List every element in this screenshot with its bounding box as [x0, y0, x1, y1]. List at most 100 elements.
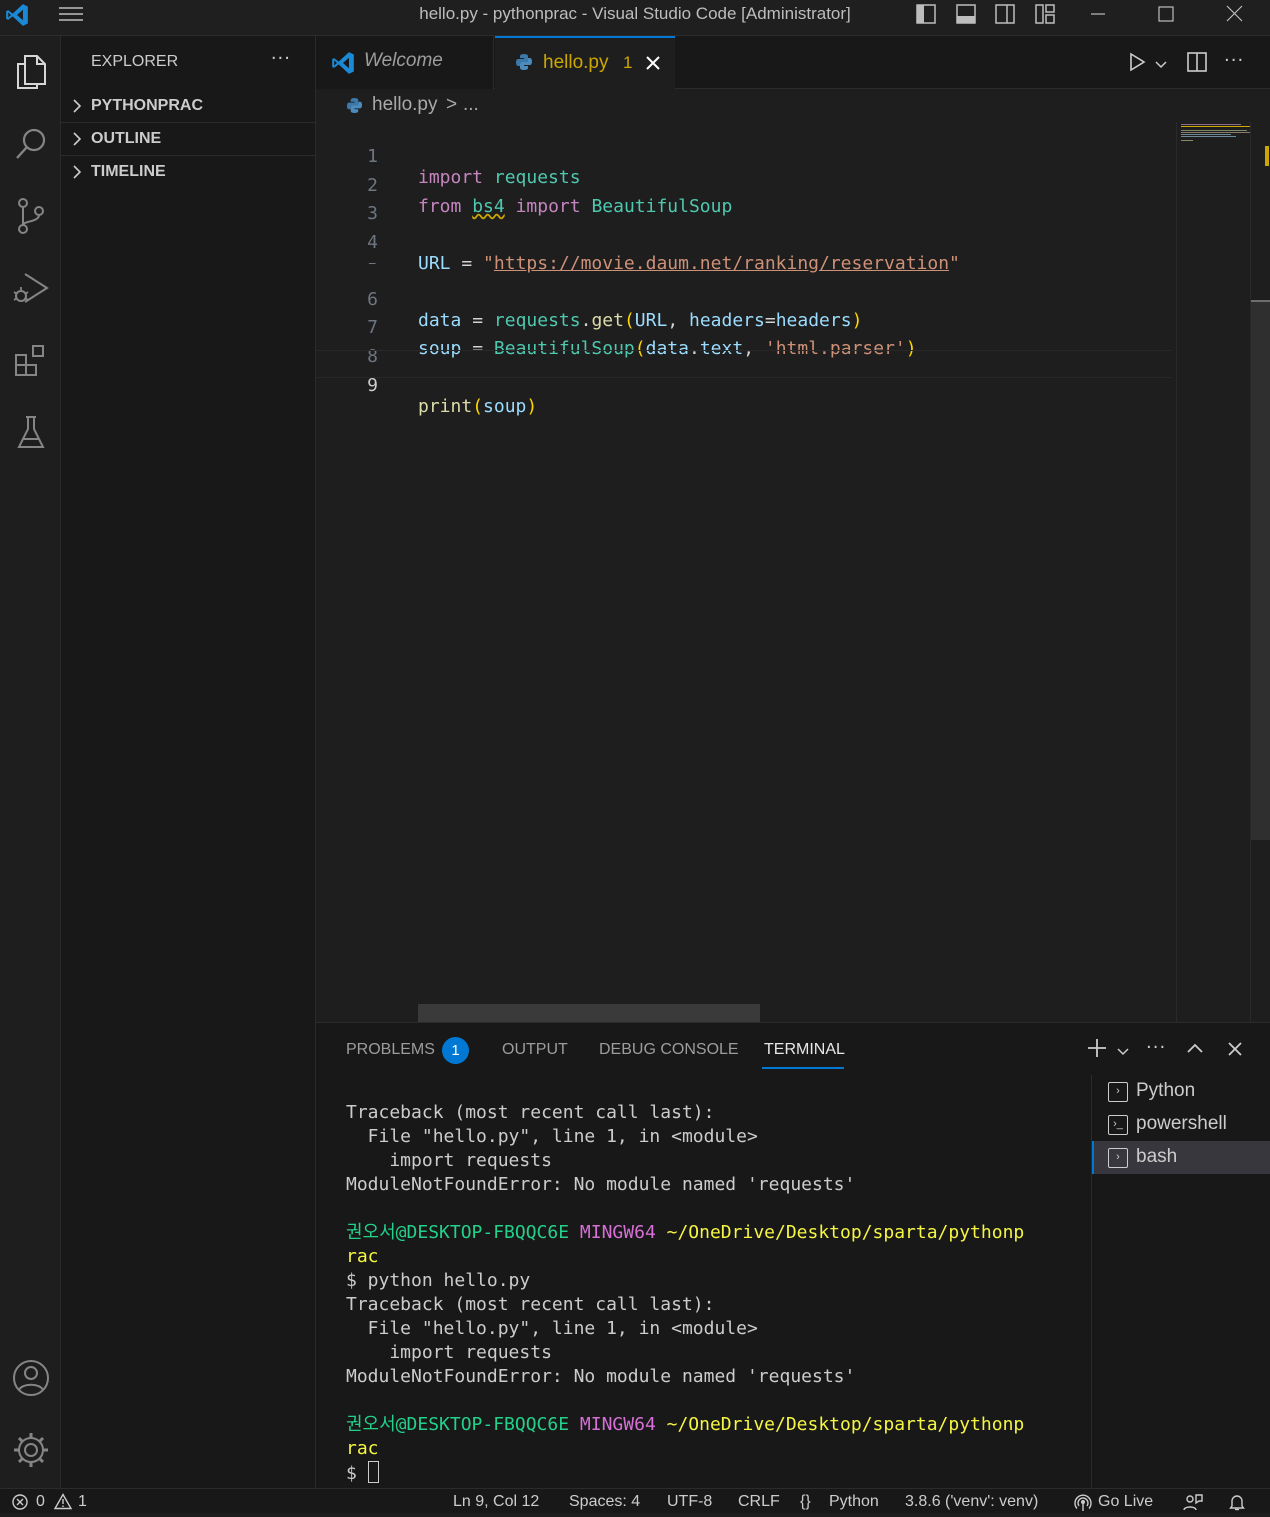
code-line-6: 6 data = requests.get(URL, headers=heade…: [316, 265, 1172, 331]
minimize-icon[interactable]: [1078, 0, 1118, 28]
terminal-line: File "hello.py", line 1, in <module>: [346, 1318, 758, 1339]
breadcrumb-symbols[interactable]: ...: [463, 94, 479, 116]
section-timeline[interactable]: TIMELINE: [61, 155, 315, 188]
editor-more-actions-icon[interactable]: ···: [1224, 50, 1244, 71]
code-line-7: 7 soup = BeautifulSoup(data.text, 'html.…: [316, 293, 1172, 359]
code-line-2: 2 from bs4 import BeautifulSoup: [316, 151, 1172, 217]
search-icon[interactable]: [0, 114, 61, 174]
python-file-icon: [346, 97, 363, 120]
terminal-options-chevron-down-icon[interactable]: [1116, 1043, 1130, 1062]
explorer-sidebar: EXPLORER ··· PYTHONPRAC OUTLINE TIMELINE: [61, 36, 316, 1488]
section-outline[interactable]: OUTLINE: [61, 122, 315, 155]
close-panel-icon[interactable]: [1227, 1041, 1243, 1061]
accounts-icon[interactable]: [0, 1348, 61, 1408]
code-line-4: 4 URL = "https://movie.daum.net/ranking/…: [316, 208, 1172, 274]
close-tab-icon[interactable]: [645, 55, 661, 75]
end-of-line[interactable]: CRLF: [738, 1493, 780, 1511]
terminal-prompt: 권오서@DESKTOP-FBQQC6E MINGW64 ~/OneDrive/D…: [346, 1221, 1024, 1245]
editor-horizontal-scrollbar[interactable]: [418, 1004, 760, 1022]
activity-bar: [0, 36, 61, 1488]
section-label: OUTLINE: [91, 130, 162, 147]
source-control-icon[interactable]: [0, 186, 61, 246]
breadcrumb-file[interactable]: hello.py: [372, 94, 438, 116]
code-line-3: 3: [316, 179, 1172, 224]
code-line-9-current: 9 print(soup): [316, 350, 1172, 417]
error-count: 0: [36, 1493, 45, 1510]
tab-problems[interactable]: PROBLEMS: [346, 1041, 435, 1059]
maximize-panel-chevron-up-icon[interactable]: [1186, 1040, 1204, 1060]
close-window-icon[interactable]: [1214, 0, 1254, 28]
terminal-line: ModuleNotFoundError: No module named 're…: [346, 1366, 856, 1387]
code-line-5: 5 headers = {'User-Agent' : 'Mozilla/5.0…: [316, 236, 1172, 264]
terminal-item-bash[interactable]: › bash: [1092, 1141, 1270, 1174]
tab-hello-py[interactable]: hello.py 1: [495, 36, 675, 89]
terminal-line: Traceback (most recent call last):: [346, 1294, 715, 1315]
terminal-command: $ python hello.py: [346, 1270, 531, 1291]
terminal-cursor: [367, 1461, 379, 1483]
breadcrumb: hello.py > ...: [316, 90, 1270, 122]
chevron-right-icon: [70, 164, 84, 185]
tab-label: hello.py: [543, 52, 609, 73]
terminal-line: import requests: [346, 1342, 552, 1363]
language-mode[interactable]: Python: [829, 1493, 879, 1511]
editor-vertical-scrollbar[interactable]: [1250, 122, 1270, 1022]
manage-gear-icon[interactable]: [0, 1420, 61, 1480]
terminal-item-python[interactable]: › Python: [1092, 1075, 1270, 1108]
terminal-name: powershell: [1136, 1113, 1227, 1134]
chevron-right-icon: [70, 98, 84, 119]
extensions-icon[interactable]: [0, 330, 61, 390]
tab-output[interactable]: OUTPUT: [502, 1041, 568, 1059]
editor-tab-bar: Welcome hello.py 1 ···: [316, 36, 1270, 89]
maximize-icon[interactable]: [1146, 0, 1186, 28]
line-number: 5: [316, 257, 378, 264]
indentation[interactable]: Spaces: 4: [569, 1493, 640, 1511]
cursor-position[interactable]: Ln 9, Col 12: [453, 1493, 539, 1511]
terminal-output[interactable]: Traceback (most recent call last): File …: [316, 1083, 1086, 1489]
toggle-secondary-sidebar-icon[interactable]: [993, 2, 1017, 26]
code-line-8: 8: [316, 322, 1172, 367]
new-terminal-icon[interactable]: [1086, 1037, 1108, 1063]
problem-count-badge: 1: [623, 53, 633, 72]
encoding[interactable]: UTF-8: [667, 1493, 712, 1511]
section-label: TIMELINE: [91, 163, 166, 180]
terminal-line: import requests: [346, 1150, 552, 1171]
problems-count-badge: 1: [442, 1037, 469, 1064]
minimap[interactable]: [1176, 122, 1252, 1022]
prompt-path: ~/OneDrive/Desktop/sparta/pythonp: [666, 1222, 1025, 1243]
split-editor-icon[interactable]: [1185, 50, 1209, 78]
language-braces-icon: {}: [800, 1493, 811, 1510]
terminal-item-powershell[interactable]: ›_ powershell: [1092, 1108, 1270, 1141]
panel-more-actions-icon[interactable]: ···: [1146, 1037, 1166, 1058]
section-pythonprac[interactable]: PYTHONPRAC: [61, 90, 315, 123]
line-number: 9: [367, 375, 378, 396]
customize-layout-icon[interactable]: [1033, 2, 1057, 26]
terminal-input-line[interactable]: $: [346, 1461, 379, 1486]
run-python-file-icon[interactable]: [1126, 51, 1148, 77]
warning-icon: [53, 1493, 73, 1515]
tab-welcome[interactable]: Welcome: [316, 36, 494, 89]
prompt-symbol: $: [346, 1463, 357, 1484]
terminal-line: ModuleNotFoundError: No module named 're…: [346, 1174, 856, 1195]
python-interpreter[interactable]: 3.8.6 ('venv': venv): [905, 1493, 1038, 1511]
tab-label: Welcome: [364, 50, 443, 71]
scroll-thumb[interactable]: [1251, 302, 1270, 840]
tab-debug-console[interactable]: DEBUG CONSOLE: [599, 1041, 739, 1059]
toggle-primary-sidebar-icon[interactable]: [914, 2, 938, 26]
go-live-button[interactable]: Go Live: [1098, 1493, 1153, 1511]
sidebar-more-actions[interactable]: ···: [271, 48, 291, 69]
code-editor[interactable]: 1 import requests 2 from bs4 import Beau…: [316, 122, 1270, 1022]
vscode-logo-icon: [330, 50, 356, 80]
run-options-chevron-down-icon[interactable]: [1154, 56, 1168, 75]
toggle-panel-icon[interactable]: [954, 2, 978, 26]
prompt-env: MINGW64: [579, 1414, 656, 1435]
prompt-user: 권오서@DESKTOP-FBQQC6E: [346, 1414, 570, 1435]
terminal-name: bash: [1136, 1146, 1178, 1167]
code-line-1: 1 import requests: [316, 122, 1172, 188]
testing-icon[interactable]: [0, 402, 61, 462]
python-file-icon: [515, 53, 533, 75]
tab-terminal[interactable]: TERMINAL: [764, 1041, 845, 1059]
run-and-debug-icon[interactable]: [0, 258, 61, 318]
prompt-env: MINGW64: [579, 1222, 656, 1243]
explorer-icon[interactable]: [0, 42, 61, 102]
bottom-panel: PROBLEMS 1 OUTPUT DEBUG CONSOLE TERMINAL…: [316, 1022, 1270, 1489]
